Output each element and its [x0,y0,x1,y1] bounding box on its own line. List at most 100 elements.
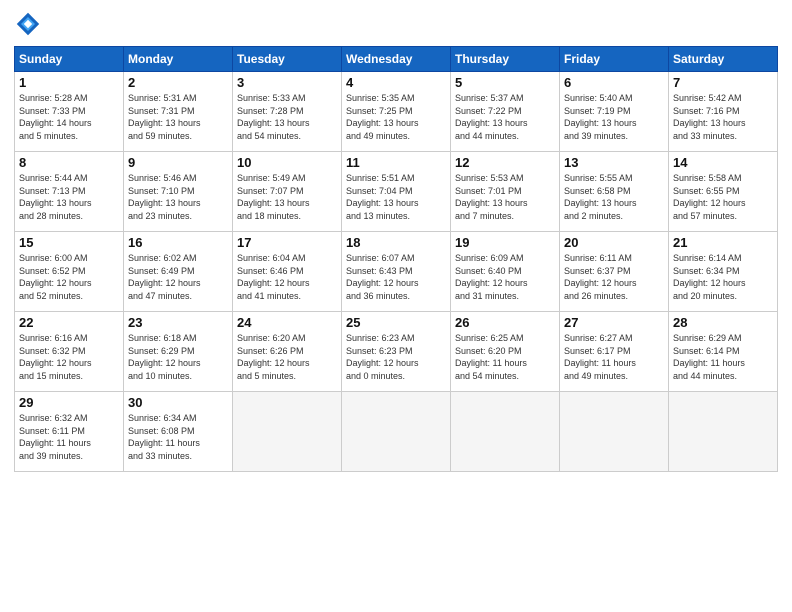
calendar-cell: 22 Sunrise: 6:16 AM Sunset: 6:32 PM Dayli… [15,312,124,392]
calendar-cell: 7Sunrise: 5:42 AM Sunset: 7:16 PM Daylig… [669,72,778,152]
day-number: 29 [19,395,119,410]
day-number: 27 [564,315,664,330]
day-number: 24 [237,315,337,330]
calendar-cell: 8 Sunrise: 5:44 AM Sunset: 7:13 PM Daylig… [15,152,124,232]
day-info: Sunrise: 6:25 AM Sunset: 6:20 PM Dayligh… [455,332,555,382]
day-number: 15 [19,235,119,250]
calendar-cell [233,392,342,472]
calendar-cell: 30 Sunrise: 6:34 AM Sunset: 6:08 PM Dayli… [124,392,233,472]
day-info: Sunrise: 6:04 AM Sunset: 6:46 PM Dayligh… [237,252,337,302]
weekday-header-friday: Friday [560,47,669,72]
calendar-week-row: 29 Sunrise: 6:32 AM Sunset: 6:11 PM Dayli… [15,392,778,472]
day-info: Sunrise: 6:02 AM Sunset: 6:49 PM Dayligh… [128,252,228,302]
calendar-cell: 13Sunrise: 5:55 AM Sunset: 6:58 PM Dayli… [560,152,669,232]
calendar-cell: 20Sunrise: 6:11 AM Sunset: 6:37 PM Dayli… [560,232,669,312]
day-number: 8 [19,155,119,170]
calendar-cell: 23 Sunrise: 6:18 AM Sunset: 6:29 PM Dayli… [124,312,233,392]
day-number: 23 [128,315,228,330]
calendar-cell: 19Sunrise: 6:09 AM Sunset: 6:40 PM Dayli… [451,232,560,312]
calendar-cell: 25 Sunrise: 6:23 AM Sunset: 6:23 PM Dayli… [342,312,451,392]
day-number: 25 [346,315,446,330]
day-number: 17 [237,235,337,250]
day-info: Sunrise: 5:33 AM Sunset: 7:28 PM Dayligh… [237,92,337,142]
calendar-cell: 2 Sunrise: 5:31 AM Sunset: 7:31 PM Daylig… [124,72,233,152]
calendar-cell [342,392,451,472]
day-info: Sunrise: 6:32 AM Sunset: 6:11 PM Dayligh… [19,412,119,462]
page-container: SundayMondayTuesdayWednesdayThursdayFrid… [0,0,792,482]
calendar-cell: 1 Sunrise: 5:28 AM Sunset: 7:33 PM Daylig… [15,72,124,152]
day-number: 26 [455,315,555,330]
calendar-cell: 29 Sunrise: 6:32 AM Sunset: 6:11 PM Dayli… [15,392,124,472]
calendar-cell: 16 Sunrise: 6:02 AM Sunset: 6:49 PM Dayli… [124,232,233,312]
day-number: 9 [128,155,228,170]
weekday-header-saturday: Saturday [669,47,778,72]
day-info: Sunrise: 5:35 AM Sunset: 7:25 PM Dayligh… [346,92,446,142]
day-number: 3 [237,75,337,90]
calendar-week-row: 22 Sunrise: 6:16 AM Sunset: 6:32 PM Dayli… [15,312,778,392]
day-info: Sunrise: 5:31 AM Sunset: 7:31 PM Dayligh… [128,92,228,142]
day-number: 21 [673,235,773,250]
calendar-cell [451,392,560,472]
calendar-week-row: 1 Sunrise: 5:28 AM Sunset: 7:33 PM Daylig… [15,72,778,152]
calendar-cell: 18Sunrise: 6:07 AM Sunset: 6:43 PM Dayli… [342,232,451,312]
day-number: 30 [128,395,228,410]
day-info: Sunrise: 5:49 AM Sunset: 7:07 PM Dayligh… [237,172,337,222]
day-number: 11 [346,155,446,170]
calendar-cell [669,392,778,472]
calendar-cell: 26 Sunrise: 6:25 AM Sunset: 6:20 PM Dayli… [451,312,560,392]
day-number: 4 [346,75,446,90]
calendar-cell: 4 Sunrise: 5:35 AM Sunset: 7:25 PM Daylig… [342,72,451,152]
day-number: 28 [673,315,773,330]
calendar-cell: 5Sunrise: 5:37 AM Sunset: 7:22 PM Daylig… [451,72,560,152]
day-info: Sunrise: 6:11 AM Sunset: 6:37 PM Dayligh… [564,252,664,302]
day-number: 6 [564,75,664,90]
day-number: 7 [673,75,773,90]
calendar-cell: 12 Sunrise: 5:53 AM Sunset: 7:01 PM Dayli… [451,152,560,232]
weekday-header-thursday: Thursday [451,47,560,72]
day-number: 14 [673,155,773,170]
calendar-week-row: 8 Sunrise: 5:44 AM Sunset: 7:13 PM Daylig… [15,152,778,232]
day-info: Sunrise: 5:44 AM Sunset: 7:13 PM Dayligh… [19,172,119,222]
day-info: Sunrise: 6:18 AM Sunset: 6:29 PM Dayligh… [128,332,228,382]
calendar-cell: 10 Sunrise: 5:49 AM Sunset: 7:07 PM Dayli… [233,152,342,232]
calendar-cell: 3 Sunrise: 5:33 AM Sunset: 7:28 PM Daylig… [233,72,342,152]
day-number: 5 [455,75,555,90]
day-number: 16 [128,235,228,250]
calendar-week-row: 15Sunrise: 6:00 AM Sunset: 6:52 PM Dayli… [15,232,778,312]
page-header [14,10,778,38]
day-info: Sunrise: 5:28 AM Sunset: 7:33 PM Dayligh… [19,92,119,142]
weekday-header-monday: Monday [124,47,233,72]
logo [14,10,46,38]
day-info: Sunrise: 6:29 AM Sunset: 6:14 PM Dayligh… [673,332,773,382]
day-info: Sunrise: 6:16 AM Sunset: 6:32 PM Dayligh… [19,332,119,382]
day-info: Sunrise: 6:27 AM Sunset: 6:17 PM Dayligh… [564,332,664,382]
day-number: 2 [128,75,228,90]
calendar-cell: 14 Sunrise: 5:58 AM Sunset: 6:55 PM Dayli… [669,152,778,232]
day-info: Sunrise: 5:58 AM Sunset: 6:55 PM Dayligh… [673,172,773,222]
calendar-cell [560,392,669,472]
weekday-header-wednesday: Wednesday [342,47,451,72]
day-info: Sunrise: 5:53 AM Sunset: 7:01 PM Dayligh… [455,172,555,222]
calendar-cell: 28 Sunrise: 6:29 AM Sunset: 6:14 PM Dayli… [669,312,778,392]
calendar-cell: 11 Sunrise: 5:51 AM Sunset: 7:04 PM Dayli… [342,152,451,232]
day-number: 22 [19,315,119,330]
logo-icon [14,10,42,38]
day-info: Sunrise: 6:14 AM Sunset: 6:34 PM Dayligh… [673,252,773,302]
calendar-table: SundayMondayTuesdayWednesdayThursdayFrid… [14,46,778,472]
calendar-cell: 6Sunrise: 5:40 AM Sunset: 7:19 PM Daylig… [560,72,669,152]
day-info: Sunrise: 6:34 AM Sunset: 6:08 PM Dayligh… [128,412,228,462]
day-info: Sunrise: 5:55 AM Sunset: 6:58 PM Dayligh… [564,172,664,222]
weekday-header-row: SundayMondayTuesdayWednesdayThursdayFrid… [15,47,778,72]
day-number: 18 [346,235,446,250]
day-info: Sunrise: 6:23 AM Sunset: 6:23 PM Dayligh… [346,332,446,382]
calendar-cell: 17 Sunrise: 6:04 AM Sunset: 6:46 PM Dayli… [233,232,342,312]
day-number: 19 [455,235,555,250]
calendar-cell: 21 Sunrise: 6:14 AM Sunset: 6:34 PM Dayli… [669,232,778,312]
day-number: 12 [455,155,555,170]
day-info: Sunrise: 5:51 AM Sunset: 7:04 PM Dayligh… [346,172,446,222]
calendar-cell: 9 Sunrise: 5:46 AM Sunset: 7:10 PM Daylig… [124,152,233,232]
day-info: Sunrise: 5:46 AM Sunset: 7:10 PM Dayligh… [128,172,228,222]
day-number: 1 [19,75,119,90]
weekday-header-tuesday: Tuesday [233,47,342,72]
day-number: 10 [237,155,337,170]
